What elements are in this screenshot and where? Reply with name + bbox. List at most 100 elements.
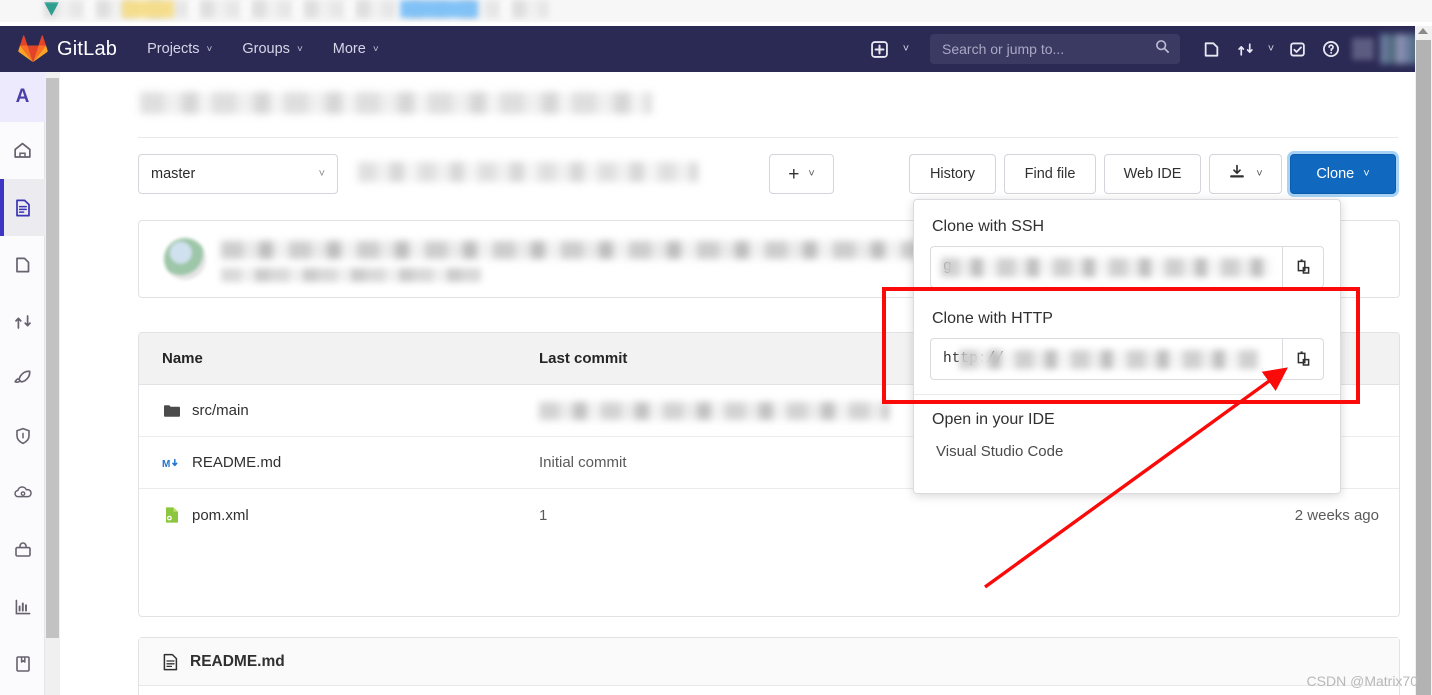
copy-ssh-url-button[interactable] [1282, 246, 1324, 288]
issues-icon[interactable] [1194, 32, 1228, 66]
navbar-right-group: ˅ ˅ [862, 32, 1432, 66]
global-search[interactable] [930, 34, 1180, 64]
tab-strip-blur-yellow [122, 0, 174, 18]
branch-selector[interactable]: master ˅ [138, 154, 338, 194]
merge-request-icon[interactable] [1228, 32, 1262, 66]
merge-request-chevron-icon[interactable]: ˅ [1262, 32, 1280, 66]
nav-more-label: More [332, 41, 366, 57]
search-icon [1155, 39, 1170, 59]
chevron-down-icon: ˅ [318, 168, 325, 180]
page-scrollbar[interactable] [1415, 26, 1432, 695]
branch-selector-label: master [151, 166, 196, 182]
sidebar-item-operations[interactable] [0, 464, 45, 521]
clone-http-value-blurred [959, 350, 1259, 369]
sidebar-item-packages[interactable] [0, 521, 45, 578]
repository-path-breadcrumb [358, 162, 698, 182]
sidebar-item-home[interactable] [0, 122, 45, 179]
sidebar-project-initial: A [15, 86, 30, 107]
file-name-cell[interactable]: src/main [139, 402, 539, 420]
sidebar-scrollbar-thumb[interactable] [46, 78, 59, 638]
clone-ssh-row: g [930, 246, 1324, 288]
readme-title: README.md [190, 652, 285, 670]
search-input[interactable] [940, 40, 1155, 58]
folder-icon [162, 402, 181, 420]
new-item-chevron-icon[interactable]: ˅ [896, 32, 916, 66]
nav-groups[interactable]: Groups ˅ [242, 41, 302, 57]
todo-icon[interactable] [1280, 32, 1314, 66]
ide-item-visual-studio-code[interactable]: Visual Studio Code [914, 429, 1340, 460]
screenshot-root: GitLab Projects ˅ Groups ˅ More ˅ ˅ Sear… [0, 0, 1432, 695]
sidebar-item-analytics[interactable] [0, 578, 45, 635]
sidebar-item-ci-cd[interactable] [0, 350, 45, 407]
chevron-down-icon: ˅ [808, 168, 815, 180]
column-header-name: Name [162, 350, 203, 367]
commit-meta-blurred [221, 268, 481, 282]
copy-http-url-button[interactable] [1282, 338, 1324, 380]
sidebar-scrollbar[interactable] [45, 72, 60, 695]
clipboard-copy-icon [1297, 258, 1309, 274]
sidebar-item-repository[interactable] [0, 179, 45, 236]
xml-file-icon [162, 506, 181, 524]
markdown-icon: M [162, 454, 181, 472]
file-commit-blurred [539, 401, 889, 420]
clone-http-row: http:// [930, 338, 1324, 380]
gitlab-logo-icon[interactable] [18, 35, 48, 63]
chevron-down-icon: ˅ [206, 43, 213, 55]
chevron-down-icon: ˅ [372, 43, 379, 55]
plus-icon: + [788, 163, 800, 185]
download-source-button[interactable]: ˅ [1209, 154, 1282, 194]
file-name-label: pom.xml [192, 506, 249, 524]
file-name-label: src/main [192, 402, 249, 419]
clone-dropdown: Clone with SSH g Clone with HTTP http://… [913, 199, 1341, 494]
clone-http-input[interactable]: http:// [930, 338, 1282, 380]
brand-name[interactable]: GitLab [57, 38, 117, 61]
clone-button[interactable]: Clone ˅ [1290, 154, 1396, 194]
commit-author-avatar [164, 238, 206, 280]
readme-header: README.md [139, 638, 1399, 686]
chevron-down-icon: ˅ [296, 43, 303, 55]
breadcrumb-divider [138, 137, 1398, 138]
sidebar-item-security[interactable] [0, 407, 45, 464]
sidebar-item-issues[interactable] [0, 236, 45, 293]
new-item-plus-icon[interactable] [862, 32, 896, 66]
breadcrumb [140, 92, 652, 114]
file-name-cell[interactable]: pom.xml [139, 506, 539, 524]
sidebar-item-merge-requests[interactable] [0, 293, 45, 350]
project-sidebar: A [0, 72, 45, 695]
clone-button-label: Clone [1316, 166, 1355, 182]
clipboard-copy-icon [1297, 350, 1309, 366]
clone-ssh-input[interactable]: g [930, 246, 1282, 288]
repository-toolbar: master ˅ + ˅ History Find file Web IDE ˅… [138, 154, 1400, 196]
nav-more[interactable]: More ˅ [333, 41, 379, 57]
web-ide-button[interactable]: Web IDE [1104, 154, 1201, 194]
svg-text:M: M [162, 459, 170, 470]
tab-strip-blur-blue [400, 0, 478, 18]
watermark: CSDN @Matrix70 [1306, 673, 1418, 689]
file-time-cell: 2 weeks ago [1294, 506, 1379, 524]
find-file-button[interactable]: Find file [1004, 154, 1096, 194]
page-scrollbar-thumb[interactable] [1416, 40, 1431, 695]
navbar-blurred-badge [1352, 38, 1374, 60]
open-in-ide-label: Open in your IDE [932, 411, 1055, 428]
sidebar-project-avatar[interactable]: A [0, 72, 45, 122]
file-commit-cell: 1 [539, 506, 548, 524]
clone-http-label: Clone with HTTP [932, 310, 1053, 327]
chevron-down-icon: ˅ [1363, 168, 1370, 180]
nav-projects-label: Projects [147, 41, 200, 57]
file-name-label: README.md [192, 454, 282, 471]
chevron-down-icon: ˅ [1256, 168, 1263, 180]
history-button[interactable]: History [909, 154, 996, 194]
top-navbar: GitLab Projects ˅ Groups ˅ More ˅ ˅ Sear… [0, 26, 1432, 72]
commit-message-blurred [221, 241, 973, 259]
readme-body [139, 686, 1399, 695]
download-icon [1228, 163, 1246, 185]
nav-projects[interactable]: Projects ˅ [147, 41, 212, 57]
clone-ssh-value-blurred [941, 258, 1271, 277]
help-icon[interactable] [1314, 32, 1348, 66]
scrollbar-up-arrow-icon[interactable] [1418, 28, 1428, 34]
sidebar-item-wiki[interactable] [0, 635, 45, 692]
nav-groups-label: Groups [242, 41, 290, 57]
table-row[interactable]: pom.xml 1 2 weeks ago [139, 489, 1399, 541]
file-name-cell[interactable]: M README.md [139, 454, 539, 472]
add-to-repository-button[interactable]: + ˅ [769, 154, 834, 194]
